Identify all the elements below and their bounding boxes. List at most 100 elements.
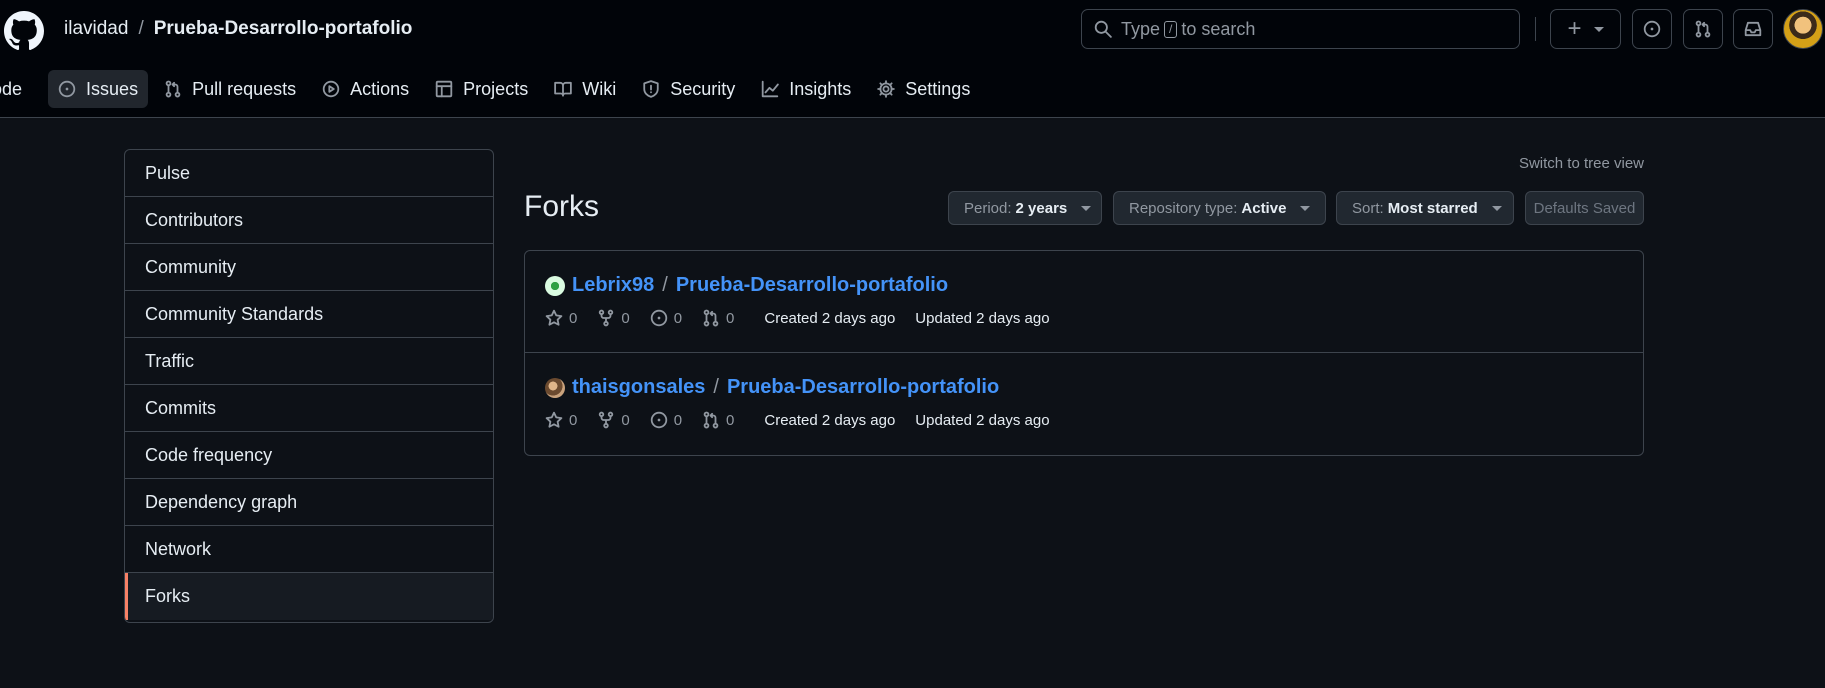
sidebar-item-community[interactable]: Community	[125, 244, 493, 291]
play-icon	[322, 80, 340, 98]
github-logo-icon[interactable]	[4, 11, 44, 51]
forks-value: 0	[621, 309, 630, 327]
sidebar-item-label: Network	[145, 538, 212, 559]
table-icon	[435, 80, 453, 98]
sort-filter-button[interactable]: Sort: Most starred	[1336, 191, 1514, 225]
issues-value: 0	[673, 411, 683, 429]
fork-stats: 0 0 0 0 Created 2 days ago Updated 2 day…	[545, 309, 1643, 327]
sidebar-item-code-frequency[interactable]: Code frequency	[125, 432, 493, 479]
tab-code[interactable]: ode	[0, 70, 32, 108]
fork-owner-link[interactable]: Lebrix98	[572, 274, 654, 297]
fork-owner-link[interactable]: thaisgonsales	[572, 376, 705, 399]
pull-request-icon	[1695, 20, 1711, 38]
fork-repo-link[interactable]: Prueba-Desarrollo-portafolio	[676, 274, 948, 297]
caret-down-icon	[1300, 205, 1311, 211]
sidebar-item-forks[interactable]: Forks	[125, 573, 493, 620]
caret-down-icon	[1081, 205, 1092, 211]
tab-issues-label: Issues	[86, 78, 139, 99]
tab-security[interactable]: Security	[632, 70, 745, 108]
app-header: ilavidad / Prueba-Desarrollo-portafolio …	[0, 0, 1825, 118]
forks-count: 0	[597, 411, 630, 429]
forks-value: 0	[621, 411, 630, 429]
period-filter-value: 2 years	[1015, 199, 1068, 217]
avatar[interactable]	[545, 377, 565, 398]
avatar[interactable]	[545, 275, 565, 296]
sidebar-item-contributors[interactable]: Contributors	[125, 197, 493, 244]
period-filter-button[interactable]: Period: 2 years	[948, 191, 1102, 225]
fork-icon	[599, 309, 614, 327]
list-item: thaisgonsales / Prueba-Desarrollo-portaf…	[525, 353, 1643, 455]
sidebar-item-dependency-graph[interactable]: Dependency graph	[125, 479, 493, 526]
sidebar-item-traffic[interactable]: Traffic	[125, 338, 493, 385]
pull-requests-count: 0	[702, 309, 734, 327]
issues-value: 0	[673, 309, 683, 327]
tab-actions[interactable]: Actions	[312, 70, 419, 108]
tab-issues[interactable]: Issues	[48, 70, 149, 108]
inbox-icon	[1744, 21, 1762, 37]
tab-projects[interactable]: Projects	[425, 70, 538, 108]
notifications-button[interactable]	[1733, 9, 1773, 49]
tab-actions-label: Actions	[350, 78, 410, 99]
sort-filter-value: Most starred	[1387, 199, 1478, 217]
caret-down-icon	[1491, 205, 1502, 211]
issues-count: 0	[650, 309, 682, 327]
pull-requests-count: 0	[702, 411, 734, 429]
your-pull-requests-button[interactable]	[1683, 9, 1723, 49]
repository-type-filter-button[interactable]: Repository type: Active	[1113, 191, 1326, 225]
sort-filter-label: Sort:	[1352, 199, 1384, 217]
shield-icon	[643, 80, 659, 98]
sidebar-item-label: Pulse	[145, 162, 191, 183]
fork-separator: /	[662, 274, 668, 296]
fork-icon	[599, 411, 614, 429]
tab-settings[interactable]: Settings	[867, 70, 980, 108]
tab-security-label: Security	[670, 78, 736, 99]
fork-repo-link[interactable]: Prueba-Desarrollo-portafolio	[727, 376, 999, 399]
sidebar-item-label: Contributors	[145, 209, 244, 230]
sidebar-item-commits[interactable]: Commits	[125, 385, 493, 432]
tab-pull-requests[interactable]: Pull requests	[154, 70, 306, 108]
your-issues-button[interactable]	[1632, 9, 1672, 49]
tab-projects-label: Projects	[463, 78, 529, 99]
create-new-button[interactable]: +	[1550, 9, 1621, 49]
sidebar-item-community-standards[interactable]: Community Standards	[125, 291, 493, 338]
sidebar-item-label: Dependency graph	[145, 491, 298, 512]
created-date: Created 2 days ago	[764, 411, 896, 429]
issue-icon	[1643, 20, 1661, 38]
defaults-saved-button[interactable]: Defaults Saved	[1525, 191, 1644, 225]
sidebar-item-pulse[interactable]: Pulse	[125, 150, 493, 197]
star-icon	[545, 309, 563, 326]
sidebar-item-label: Community Standards	[145, 303, 324, 324]
star-icon	[545, 411, 563, 428]
chevron-down-icon	[1593, 26, 1604, 32]
switch-to-tree-view-link[interactable]: Switch to tree view	[1519, 155, 1644, 172]
fork-title: Lebrix98 / Prueba-Desarrollo-portafolio	[545, 274, 1643, 297]
stars-count: 0	[545, 309, 577, 327]
search-placeholder-before: Type	[1121, 18, 1161, 39]
issue-icon	[58, 80, 76, 98]
tab-wiki-label: Wiki	[582, 78, 617, 99]
repo-name-link[interactable]: Prueba-Desarrollo-portafolio	[154, 18, 413, 40]
updated-date: Updated 2 days ago	[915, 309, 1050, 327]
insights-sidebar: Pulse Contributors Community Community S…	[124, 149, 494, 623]
stars-value: 0	[569, 309, 578, 327]
tab-pull-requests-label: Pull requests	[192, 78, 297, 99]
repo-owner-link[interactable]: ilavidad	[64, 18, 128, 40]
tab-code-label: ode	[0, 78, 23, 99]
user-avatar[interactable]	[1783, 9, 1823, 49]
updated-date: Updated 2 days ago	[915, 411, 1050, 429]
sidebar-item-label: Forks	[145, 586, 190, 606]
search-shortcut-key: /	[1164, 20, 1178, 38]
tab-insights[interactable]: Insights	[751, 70, 861, 108]
list-item: Lebrix98 / Prueba-Desarrollo-portafolio …	[525, 251, 1643, 353]
stars-value: 0	[569, 411, 578, 429]
sidebar-item-network[interactable]: Network	[125, 526, 493, 573]
sidebar-item-label: Community	[145, 256, 237, 277]
tab-wiki[interactable]: Wiki	[544, 70, 626, 108]
breadcrumb-separator: /	[138, 18, 144, 39]
tab-insights-label: Insights	[789, 78, 852, 99]
pull-request-icon	[703, 411, 719, 429]
search-icon	[1094, 20, 1112, 38]
breadcrumb: ilavidad / Prueba-Desarrollo-portafolio	[64, 18, 412, 40]
search-input[interactable]: Type / to search	[1081, 9, 1520, 49]
pull-request-icon	[703, 309, 719, 327]
